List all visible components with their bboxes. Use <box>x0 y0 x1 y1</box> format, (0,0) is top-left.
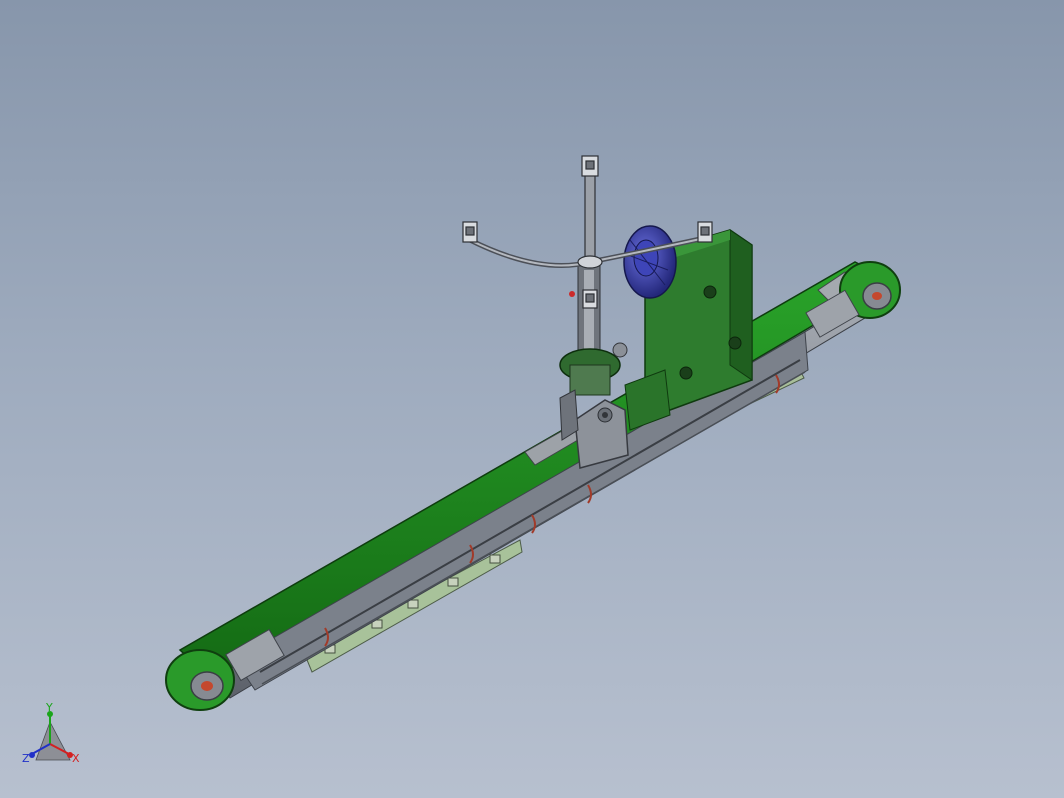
axis-triad[interactable]: Y X Z <box>14 700 94 780</box>
conveyor-assembly-model[interactable] <box>0 0 1064 798</box>
y-axis-label: Y <box>45 701 53 714</box>
z-axis-cap <box>29 752 35 758</box>
3d-viewport[interactable]: Y X Z <box>0 0 1064 798</box>
z-axis-label: Z <box>22 752 30 765</box>
lift-column <box>559 264 628 396</box>
conveyor-belt <box>178 261 896 699</box>
drive-motor <box>623 225 677 299</box>
x-axis-label: X <box>72 752 80 765</box>
triad-base <box>35 721 71 761</box>
